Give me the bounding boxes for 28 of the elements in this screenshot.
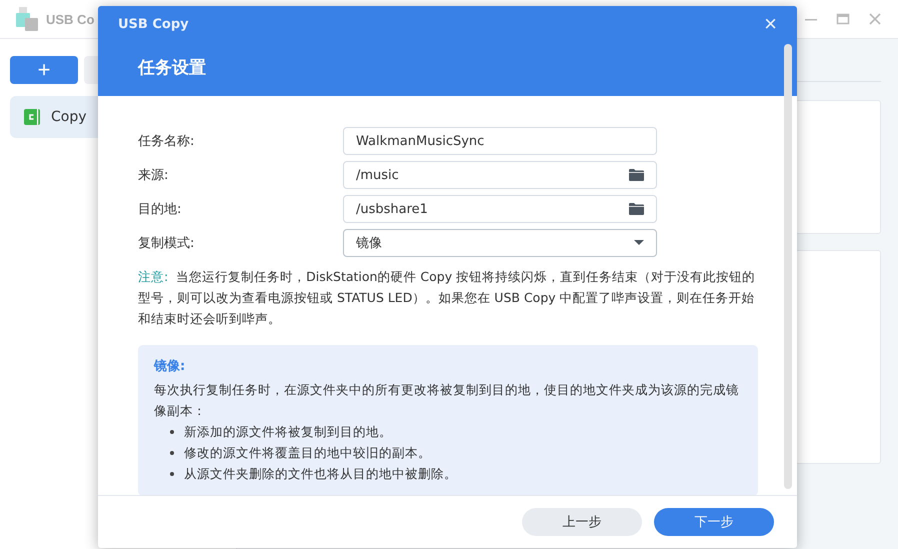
field-label: 任务名称: <box>138 133 196 150</box>
add-button[interactable]: + <box>10 56 78 84</box>
note-text: 注意: 当您运行复制任务时，DiskStation的硬件 Copy 按钮将持续闪烁，直到任务结束（对于没有此按钮的型号，则可以改为查看电源按钮或 STATUS LED）。如果您在 USB Copy 中配置了哔声设置，则在任务开始和结束时还会听到哔声。 <box>138 268 756 328</box>
input-field[interactable]: /music <box>343 161 657 189</box>
dialog-title: USB Copy <box>118 16 189 32</box>
folder-icon[interactable] <box>629 169 644 181</box>
scrollbar[interactable] <box>784 44 792 489</box>
maximize-icon[interactable] <box>836 12 850 26</box>
window-title: USB Co <box>46 12 94 26</box>
field-label: 目的地: <box>138 201 182 218</box>
folder-icon[interactable] <box>629 203 644 215</box>
close-icon[interactable] <box>868 12 882 26</box>
bullet-item: 修改的源文件将覆盖目的地中较旧的副本。 <box>170 442 742 463</box>
field-label: 来源: <box>138 167 170 184</box>
back-button[interactable]: 上一步 <box>522 508 642 536</box>
bullet-item: 从源文件夹删除的文件也将从目的地中被删除。 <box>170 463 742 484</box>
bullet-item: 新添加的源文件将被复制到目的地。 <box>170 421 742 442</box>
mode-dropdown[interactable]: 镜像 <box>343 229 657 257</box>
copy-task-icon <box>24 109 40 125</box>
dialog-heading: 任务设置 <box>138 57 206 79</box>
info-text: 每次执行复制任务时，在源文件夹中的所有更改将被复制到目的地，使目的地文件夹成为该源的完成镜像副本： <box>154 381 740 420</box>
usb-drive-icon <box>16 7 38 31</box>
next-button[interactable]: 下一步 <box>654 508 774 536</box>
field-label: 复制模式: <box>138 235 196 252</box>
input-field[interactable]: /usbshare1 <box>343 195 657 223</box>
input-field[interactable]: WalkmanMusicSync <box>343 127 657 155</box>
caret-icon[interactable] <box>634 240 644 246</box>
info-title: 镜像: <box>154 358 186 375</box>
